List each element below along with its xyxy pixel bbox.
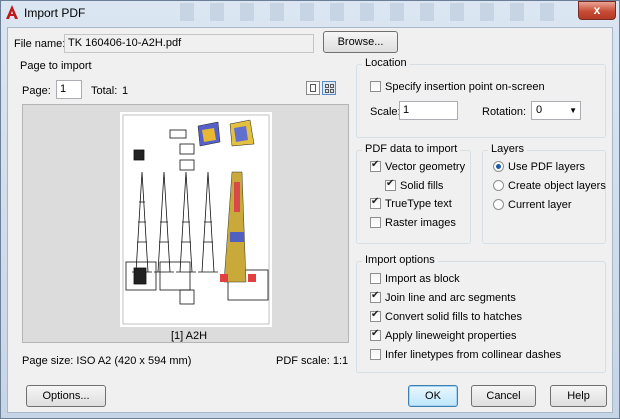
scale-label: Scale: xyxy=(370,106,401,118)
page-number-input[interactable]: 1 xyxy=(56,80,82,99)
truetype-text-label: TrueType text xyxy=(385,198,452,210)
infer-linetypes-checkbox[interactable] xyxy=(370,349,381,360)
create-object-layers-label: Create object layers xyxy=(508,180,606,192)
solid-fills-label: Solid fills xyxy=(400,180,444,192)
browse-button-label: Browse... xyxy=(337,36,384,48)
browse-button[interactable]: Browse... xyxy=(323,31,398,53)
use-pdf-layers-radio[interactable] xyxy=(493,161,504,172)
title-bar[interactable]: Import PDF x xyxy=(0,0,620,26)
convert-fills-label: Convert solid fills to hatches xyxy=(385,311,522,323)
current-layer-radio[interactable] xyxy=(493,199,504,210)
options-button-label: Options... xyxy=(42,390,90,402)
page-preview-pane: [1] A2H xyxy=(22,104,349,343)
grid-view-icon[interactable] xyxy=(322,81,336,95)
convert-fills-checkbox[interactable] xyxy=(370,309,381,322)
join-segments-label: Join line and arc segments xyxy=(385,292,516,304)
cancel-button-label: Cancel xyxy=(486,390,521,402)
import-as-block-checkbox[interactable] xyxy=(370,273,381,284)
join-segments-checkbox[interactable] xyxy=(370,290,381,303)
rotation-dropdown[interactable]: 0 ▼ xyxy=(531,101,581,120)
dialog-body: File name: TK 160406-10-A2H.pdf Browse..… xyxy=(7,27,613,413)
layers-heading: Layers xyxy=(488,143,528,155)
page-label: Page: xyxy=(22,85,51,97)
location-heading: Location xyxy=(362,57,410,69)
page-number-value: 1 xyxy=(60,83,67,95)
use-pdf-layers-label: Use PDF layers xyxy=(508,161,586,173)
page-to-import-heading: Page to import xyxy=(17,60,95,72)
autocad-logo-icon xyxy=(6,5,18,19)
total-value: 1 xyxy=(122,85,129,97)
ok-button-label: OK xyxy=(425,390,441,402)
raster-images-checkbox[interactable] xyxy=(370,217,381,228)
apply-lineweight-label: Apply lineweight properties xyxy=(385,330,517,342)
drawing-thumbnail-icon xyxy=(122,114,270,325)
help-button[interactable]: Help xyxy=(550,385,607,407)
vector-geometry-checkbox[interactable] xyxy=(370,159,381,172)
specify-insertion-label: Specify insertion point on-screen xyxy=(385,81,545,93)
file-name-field: TK 160406-10-A2H.pdf xyxy=(64,34,314,53)
infer-linetypes-label: Infer linetypes from collinear dashes xyxy=(385,349,562,361)
pdf-scale-text: PDF scale: 1:1 xyxy=(276,355,349,367)
file-name-label: File name: xyxy=(14,38,66,50)
close-icon: x xyxy=(593,3,601,17)
page-size-text: Page size: ISO A2 (420 x 594 mm) xyxy=(22,355,192,367)
scale-input[interactable]: 1 xyxy=(399,101,458,120)
file-name-value: TK 160406-10-A2H.pdf xyxy=(68,37,182,49)
specify-insertion-checkbox[interactable] xyxy=(370,81,381,92)
truetype-text-checkbox[interactable] xyxy=(370,196,381,209)
ok-button[interactable]: OK xyxy=(408,385,458,407)
page-thumbnail[interactable] xyxy=(120,112,272,327)
cancel-button[interactable]: Cancel xyxy=(471,385,536,407)
import-as-block-label: Import as block xyxy=(385,273,460,285)
pdf-data-heading: PDF data to import xyxy=(362,143,461,155)
thumbnail-caption: [1] A2H xyxy=(171,330,208,342)
create-object-layers-radio[interactable] xyxy=(493,180,504,191)
total-label: Total: xyxy=(91,85,118,97)
raster-images-label: Raster images xyxy=(385,217,456,229)
rotation-value: 0 xyxy=(536,104,543,116)
rotation-label: Rotation: xyxy=(482,106,527,118)
window-title: Import PDF xyxy=(24,6,86,20)
vector-geometry-label: Vector geometry xyxy=(385,161,466,173)
scale-value: 1 xyxy=(403,104,410,116)
chevron-down-icon: ▼ xyxy=(569,106,577,115)
help-button-label: Help xyxy=(567,390,590,402)
solid-fills-checkbox[interactable] xyxy=(385,178,396,191)
import-options-heading: Import options xyxy=(362,254,438,266)
single-page-view-icon[interactable] xyxy=(306,81,320,95)
close-button[interactable]: x xyxy=(578,1,616,20)
options-button[interactable]: Options... xyxy=(26,385,106,407)
current-layer-label: Current layer xyxy=(508,199,572,211)
apply-lineweight-checkbox[interactable] xyxy=(370,328,381,341)
